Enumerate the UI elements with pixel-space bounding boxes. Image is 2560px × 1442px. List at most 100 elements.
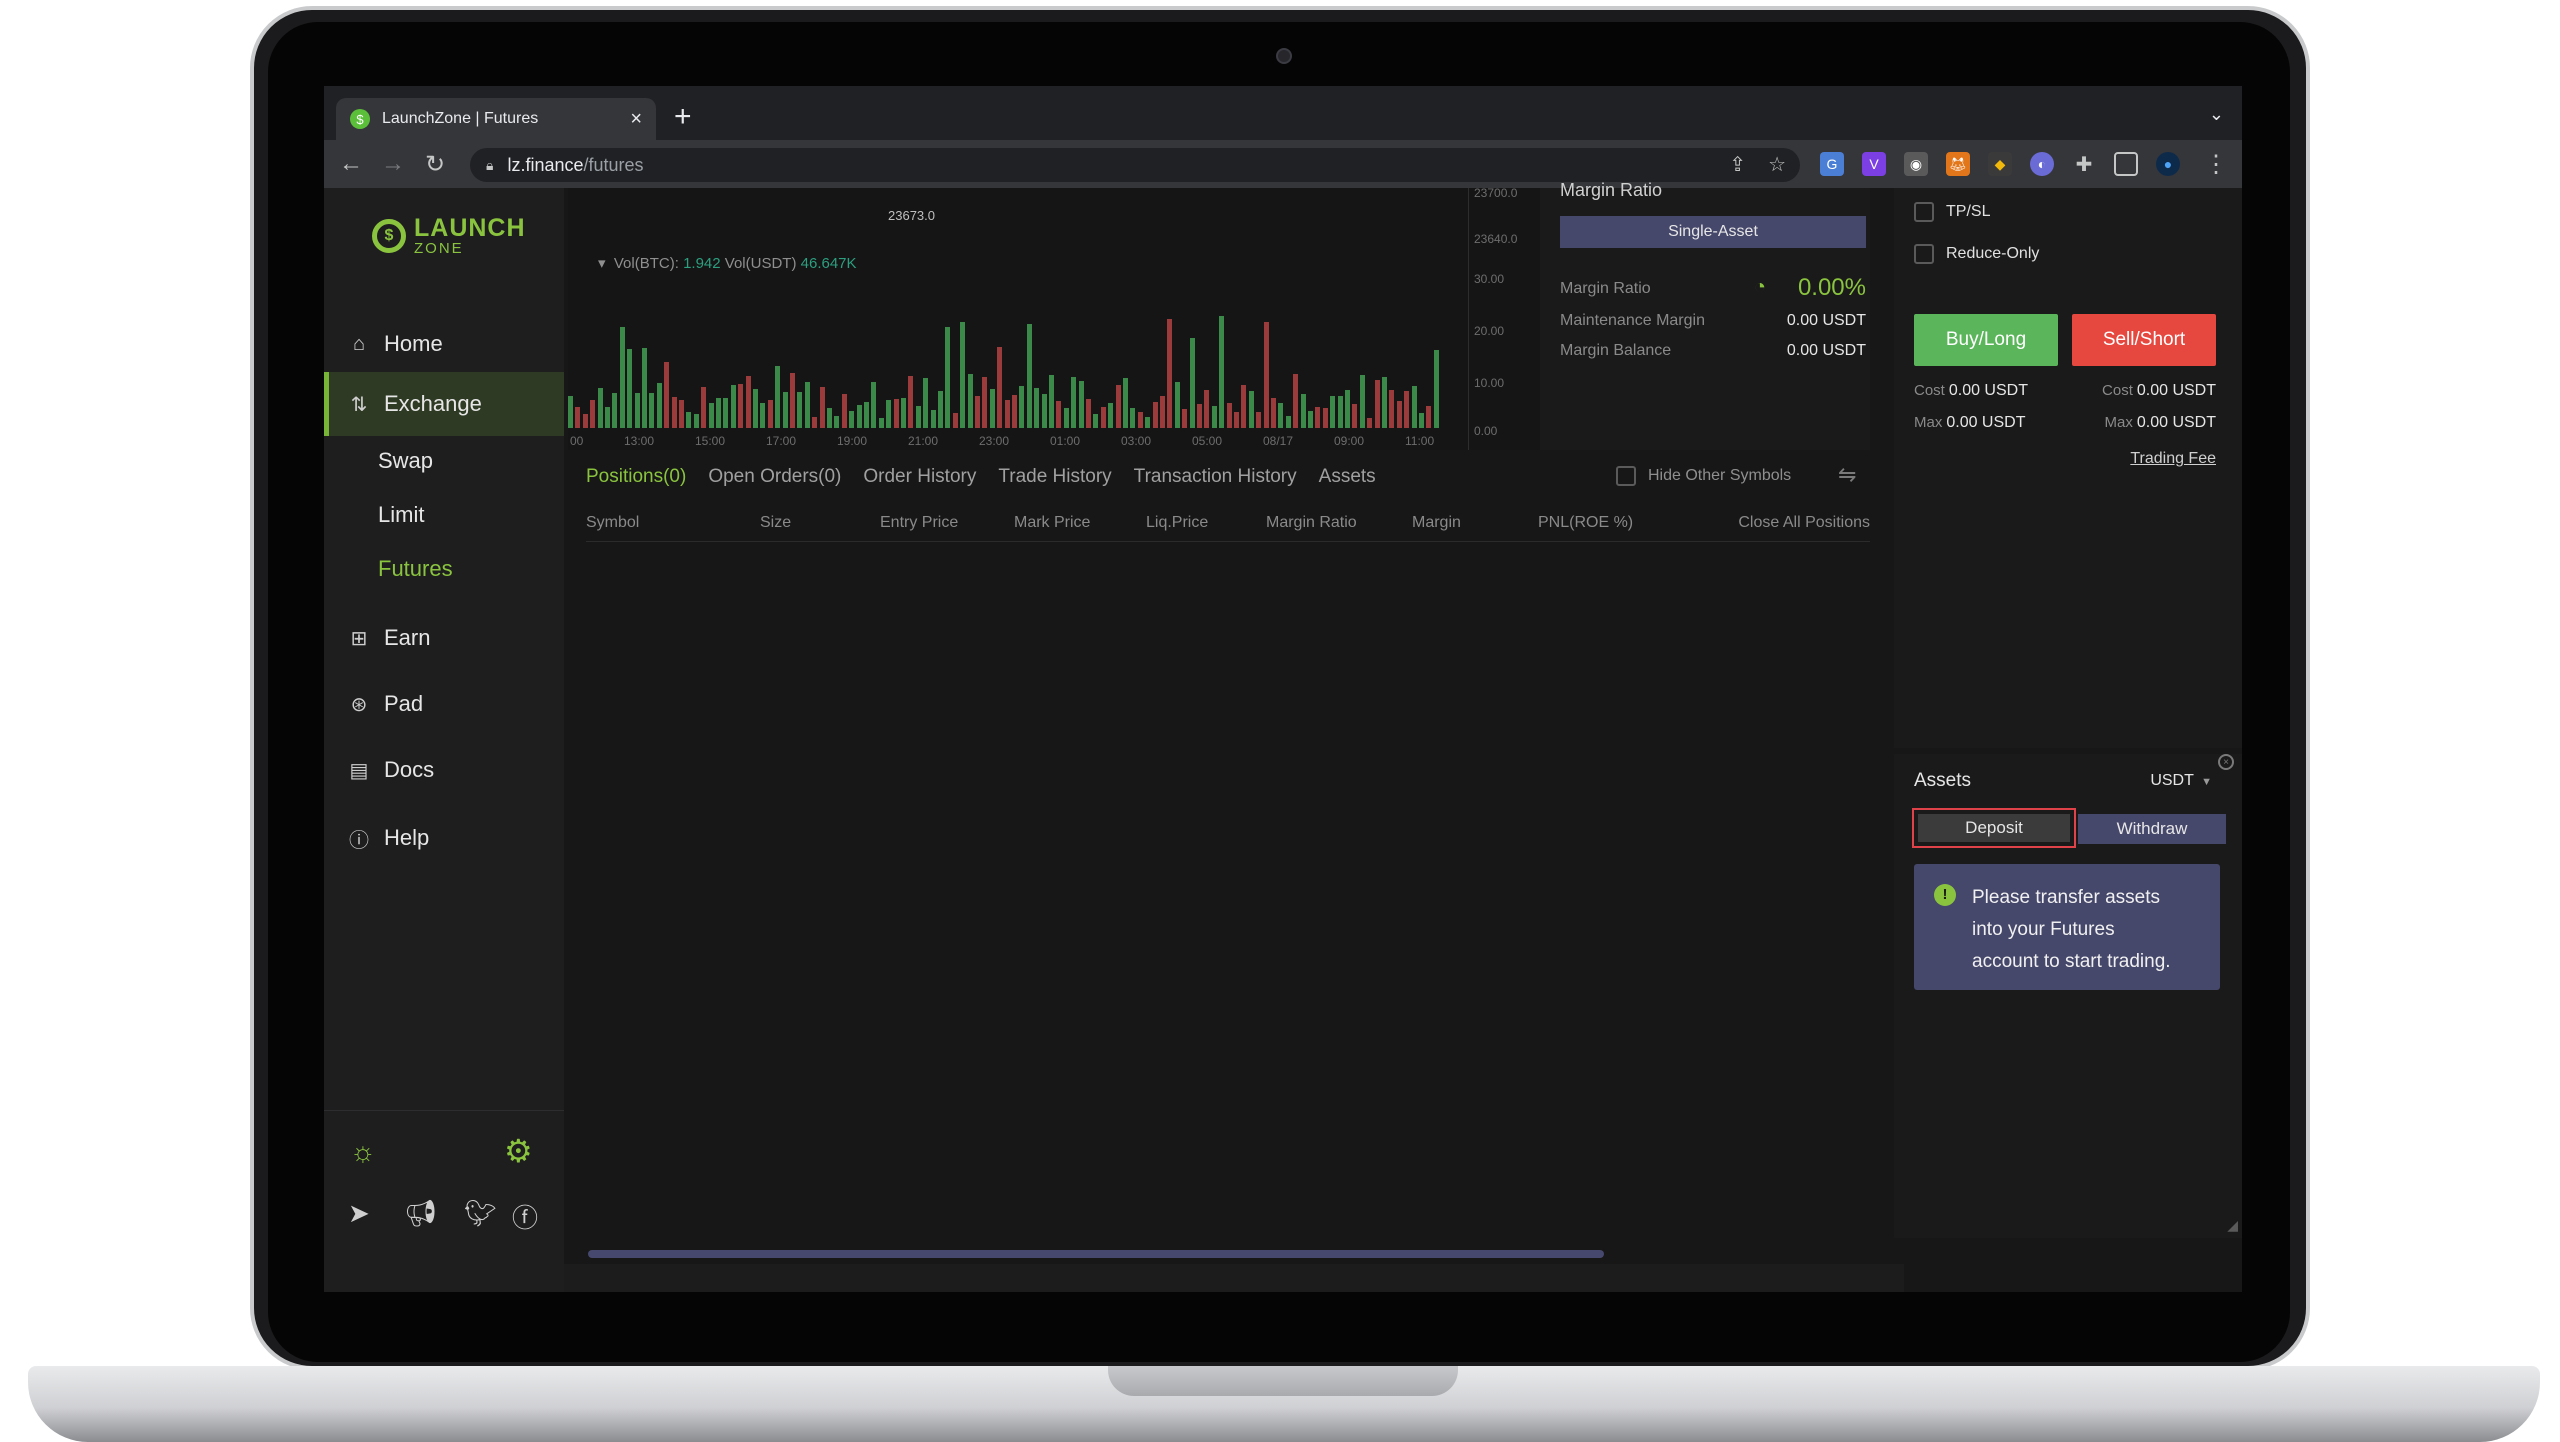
volume-bar xyxy=(745,376,751,428)
volume-bar xyxy=(967,374,973,428)
filter-sliders-icon[interactable]: ⇋ xyxy=(1838,462,1856,488)
volume-bar xyxy=(1271,398,1276,428)
new-tab-button[interactable]: + xyxy=(674,100,692,134)
sidebar-subitem-swap[interactable]: Swap xyxy=(378,448,433,474)
tab-order-history[interactable]: Order History xyxy=(863,466,976,488)
buy-long-button[interactable]: Buy/Long xyxy=(1914,314,2058,366)
bookmark-star-icon[interactable]: ☆ xyxy=(1768,152,1786,177)
volume-bar xyxy=(1256,411,1262,428)
volume-bar xyxy=(760,403,766,428)
sidebar-divider xyxy=(324,1110,564,1111)
translate-extension-icon[interactable]: G xyxy=(1820,152,1844,176)
ghost-extension-icon[interactable]: ◐ xyxy=(2030,152,2054,176)
deposit-button[interactable]: Deposit xyxy=(1912,808,2076,848)
volume-bar xyxy=(1204,390,1210,428)
volume-bar xyxy=(1396,401,1402,428)
sidebar-subitem-limit[interactable]: Limit xyxy=(378,502,424,528)
close-all-positions-button[interactable]: Close All Positions xyxy=(1738,514,1870,532)
volume-bar xyxy=(582,414,588,428)
tab-transaction-history[interactable]: Transaction History xyxy=(1134,466,1297,488)
tab-search-chevron-icon[interactable]: ⌄ xyxy=(2209,104,2224,125)
volume-bar xyxy=(634,393,640,428)
collapse-caret-icon[interactable]: ▾ xyxy=(598,255,606,272)
volume-bar xyxy=(619,327,625,428)
close-icon[interactable]: × xyxy=(2218,754,2234,770)
x-tick: 23:00 xyxy=(979,434,1010,448)
x-tick: 03:00 xyxy=(1121,434,1152,448)
maintenance-margin-label: Maintenance Margin xyxy=(1560,312,1705,329)
sidebar-item-earn[interactable]: ⊞ Earn xyxy=(324,606,564,670)
address-bar[interactable]: 🔒︎ lz.finance /futures ⇪ ☆ xyxy=(470,148,1800,182)
volume-bar xyxy=(878,417,884,428)
horizontal-scrollbar[interactable] xyxy=(588,1250,1604,1258)
info-icon: ! xyxy=(1934,884,1956,906)
reload-icon[interactable]: ↻ xyxy=(414,150,456,179)
announcement-icon[interactable]: 📢︎ xyxy=(404,1198,437,1229)
v-extension-icon[interactable]: V xyxy=(1862,152,1886,176)
settings-gear-icon[interactable]: ⚙ xyxy=(504,1132,533,1170)
volume-bar xyxy=(960,321,966,428)
binance-extension-icon[interactable]: ◆ xyxy=(1988,152,2012,176)
launchzone-logo[interactable]: $ LAUNCH ZONE xyxy=(372,216,526,256)
facebook-icon[interactable]: ⓕ xyxy=(512,1198,538,1235)
browser-tab[interactable]: $ LaunchZone | Futures × xyxy=(336,98,656,140)
twitter-icon[interactable]: 🐦︎ xyxy=(464,1198,497,1229)
share-icon[interactable]: ⇪ xyxy=(1729,152,1746,177)
col-pnl: PNL(ROE %) xyxy=(1538,514,1634,531)
metamask-extension-icon[interactable]: 🦊︎ xyxy=(1946,152,1970,176)
tab-positions[interactable]: Positions(0) xyxy=(586,466,686,488)
volume-bar xyxy=(1315,407,1321,428)
volume-bar xyxy=(908,376,914,428)
tab-title: LaunchZone | Futures xyxy=(382,110,539,127)
volume-bar xyxy=(568,395,573,428)
camera-extension-icon[interactable]: ◉ xyxy=(1904,152,1928,176)
camera xyxy=(1276,48,1292,64)
sidebar-item-docs[interactable]: ▤ Docs xyxy=(324,738,564,802)
sidebar-subitem-futures[interactable]: Futures xyxy=(378,556,453,582)
sidepanel-icon[interactable] xyxy=(2114,152,2138,176)
volume-bar xyxy=(1174,381,1180,428)
reduce-only-option[interactable]: Reduce-Only xyxy=(1914,244,2039,264)
telegram-icon[interactable]: ➤ xyxy=(348,1198,370,1229)
withdraw-button[interactable]: Withdraw xyxy=(2078,814,2226,844)
y-tick: 23700.0 xyxy=(1474,188,1518,200)
sidebar-item-help[interactable]: ⓘ Help xyxy=(324,806,564,870)
currency-select[interactable]: USDT ▼ xyxy=(2150,772,2212,790)
hide-other-symbols[interactable]: Hide Other Symbols xyxy=(1616,466,1791,486)
hide-other-checkbox[interactable] xyxy=(1616,466,1636,486)
sidebar-item-pad[interactable]: ⊛ Pad xyxy=(324,672,564,736)
back-arrow-icon[interactable]: ← xyxy=(330,150,372,178)
tpsl-checkbox[interactable] xyxy=(1914,202,1934,222)
resize-handle-icon[interactable]: ◢ xyxy=(2227,1217,2238,1234)
tab-trade-history[interactable]: Trade History xyxy=(998,466,1111,488)
volume-bar xyxy=(1123,377,1128,428)
volume-bar xyxy=(1115,384,1121,428)
trading-fee-link[interactable]: Trading Fee xyxy=(2130,450,2216,468)
volume-bar xyxy=(1352,404,1358,428)
sell-short-button[interactable]: Sell/Short xyxy=(2072,314,2216,366)
profile-avatar-icon[interactable]: ● xyxy=(2156,152,2180,176)
tab-assets[interactable]: Assets xyxy=(1319,466,1376,488)
tab-close-icon[interactable]: × xyxy=(630,108,642,131)
tpsl-option[interactable]: TP/SL xyxy=(1914,202,1990,222)
browser-menu-icon[interactable]: ⋮ xyxy=(2204,150,2228,179)
tab-open-orders[interactable]: Open Orders(0) xyxy=(708,466,841,488)
y-tick: 10.00 xyxy=(1474,376,1505,390)
earn-icon: ⊞ xyxy=(350,627,368,650)
lock-icon[interactable]: 🔒︎ xyxy=(486,157,493,174)
reduce-only-checkbox[interactable] xyxy=(1914,244,1934,264)
forward-arrow-icon[interactable]: → xyxy=(372,150,414,178)
volume-bar xyxy=(1041,394,1047,428)
volume-bar xyxy=(975,395,980,428)
sidebar-item-exchange[interactable]: ⇅ Exchange xyxy=(324,372,564,436)
volume-bar xyxy=(1100,406,1106,428)
volume-bar xyxy=(679,399,684,428)
puzzle-extensions-icon[interactable]: ✚ xyxy=(2072,152,2096,176)
volume-bar xyxy=(701,387,707,428)
docs-icon: ▤ xyxy=(349,759,369,782)
single-asset-button[interactable]: Single-Asset xyxy=(1560,216,1866,248)
sidebar-item-home[interactable]: ⌂ Home xyxy=(324,312,564,376)
theme-sun-icon[interactable]: ☼ xyxy=(350,1136,376,1168)
buy-cost-value: 0.00 USDT xyxy=(1948,382,2028,399)
notice-line: account to start trading. xyxy=(1972,951,2171,972)
